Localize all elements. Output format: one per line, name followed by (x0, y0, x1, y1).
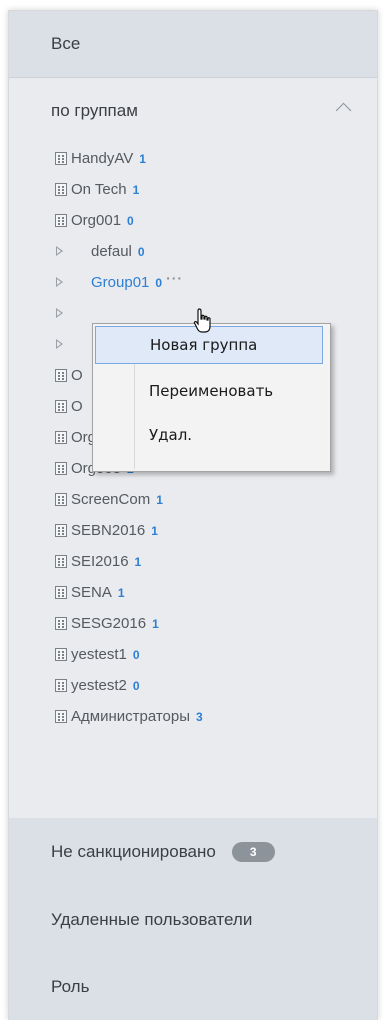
more-options-icon[interactable]: ··· (166, 270, 183, 286)
tree-item-label: Group01 (91, 273, 150, 291)
building-icon (55, 399, 67, 413)
building-icon (55, 213, 67, 227)
building-icon (55, 678, 67, 692)
nav-unauthorized[interactable]: Не санкционировано 3 (9, 818, 377, 886)
tree-item-sena[interactable]: SENA 1 (9, 577, 377, 607)
tree-item-count: 1 (152, 616, 159, 631)
tree-item-sesg2016[interactable]: SESG2016 1 (9, 608, 377, 638)
tree-item-yestest1[interactable]: yestest1 0 (9, 639, 377, 669)
tree-item-count: 0 (137, 244, 145, 259)
tree-item-defaul[interactable]: defaul 0 (9, 236, 377, 266)
building-icon (55, 461, 67, 475)
nav-by-groups-label: по группам (51, 101, 138, 120)
expand-arrow-icon[interactable] (56, 246, 63, 256)
nav-deleted-users-label: Удаленные пользователи (51, 909, 253, 929)
building-icon (55, 151, 67, 165)
tree-item-label: Org001 (71, 211, 122, 229)
group-sidebar: Все по группам HandyAV 1 On Tech 1 Org001 0… (8, 10, 378, 1020)
expand-arrow-icon[interactable] (56, 308, 63, 318)
tree-item-label: On Tech (71, 180, 127, 198)
building-icon (55, 430, 67, 444)
tree-item-label: yestest2 (71, 676, 127, 694)
tree-item-label: defaul (91, 242, 132, 260)
tree-item-label: yestest1 (71, 645, 127, 663)
menu-item-label: Новая группа (150, 336, 258, 354)
building-icon (55, 554, 67, 568)
tree-item-administrators[interactable]: Администраторы 3 (9, 701, 377, 731)
tree-item-handyav[interactable]: HandyAV 1 (9, 143, 377, 173)
nav-unauthorized-label: Не санкционировано (51, 842, 216, 861)
nav-role[interactable]: Роль (9, 953, 377, 1020)
tree-item-label: SESG2016 (71, 614, 147, 632)
nav-role-label: Роль (51, 976, 90, 996)
tree-item-group01[interactable]: Group01 0 ··· (9, 267, 377, 297)
tree-item-org001[interactable]: Org001 0 (9, 205, 377, 235)
menu-item-label: Переименовать (149, 382, 274, 400)
building-icon (55, 182, 67, 196)
building-icon (55, 368, 67, 382)
tree-item-label: SEI2016 (71, 552, 129, 570)
tree-item-label: SEBN2016 (71, 521, 146, 539)
tree-item-label: O (71, 366, 83, 384)
nav-all[interactable]: Все (9, 11, 377, 78)
tree-item-sei2016[interactable]: SEI2016 1 (9, 546, 377, 576)
tree-item-count: 1 (151, 523, 158, 538)
building-icon (55, 616, 67, 630)
tree-item-screencom[interactable]: ScreenCom 1 (9, 484, 377, 514)
tree-item-count: 3 (196, 709, 203, 724)
tree-item-label: HandyAV (71, 149, 134, 167)
building-icon (55, 647, 67, 661)
tree-item-count: 0 (155, 275, 163, 290)
tree-item-label: SENA (71, 583, 112, 601)
expand-arrow-icon[interactable] (56, 339, 63, 349)
tree-item-sebn2016[interactable]: SEBN2016 1 (9, 515, 377, 545)
tree-item-count: 1 (156, 492, 163, 507)
tree-item-count: 1 (139, 151, 146, 166)
building-icon (55, 709, 67, 723)
menu-item-rename[interactable]: Переименовать (95, 372, 323, 410)
tree-item-label: Администраторы (71, 707, 191, 725)
building-icon (55, 585, 67, 599)
chevron-up-icon[interactable] (335, 102, 352, 119)
tree-item-label: ScreenCom (71, 490, 151, 508)
building-icon (55, 492, 67, 506)
tree-item-count: 0 (132, 678, 140, 693)
tree-item-count: 0 (132, 647, 140, 662)
menu-item-label: Удал. (149, 426, 193, 444)
expand-arrow-icon[interactable] (56, 277, 63, 287)
tree-item-count: 0 (127, 213, 134, 228)
hand-cursor-icon (193, 308, 211, 333)
tree-item-yestest2[interactable]: yestest2 0 (9, 670, 377, 700)
context-menu: Новая группа Переименовать Удал. (92, 323, 331, 472)
unauthorized-count-badge: 3 (231, 842, 275, 862)
nav-deleted-users[interactable]: Удаленные пользователи (9, 886, 377, 953)
tree-item-count: 1 (132, 182, 140, 197)
tree-item-count: 1 (117, 585, 125, 600)
tree-item-on-tech[interactable]: On Tech 1 (9, 174, 377, 204)
menu-item-delete[interactable]: Удал. (95, 416, 323, 454)
tree-item-count: 1 (134, 554, 142, 569)
nav-by-groups[interactable]: по группам (9, 79, 377, 143)
nav-all-label: Все (51, 34, 81, 53)
tree-item-label: O (71, 397, 83, 415)
building-icon (55, 523, 67, 537)
